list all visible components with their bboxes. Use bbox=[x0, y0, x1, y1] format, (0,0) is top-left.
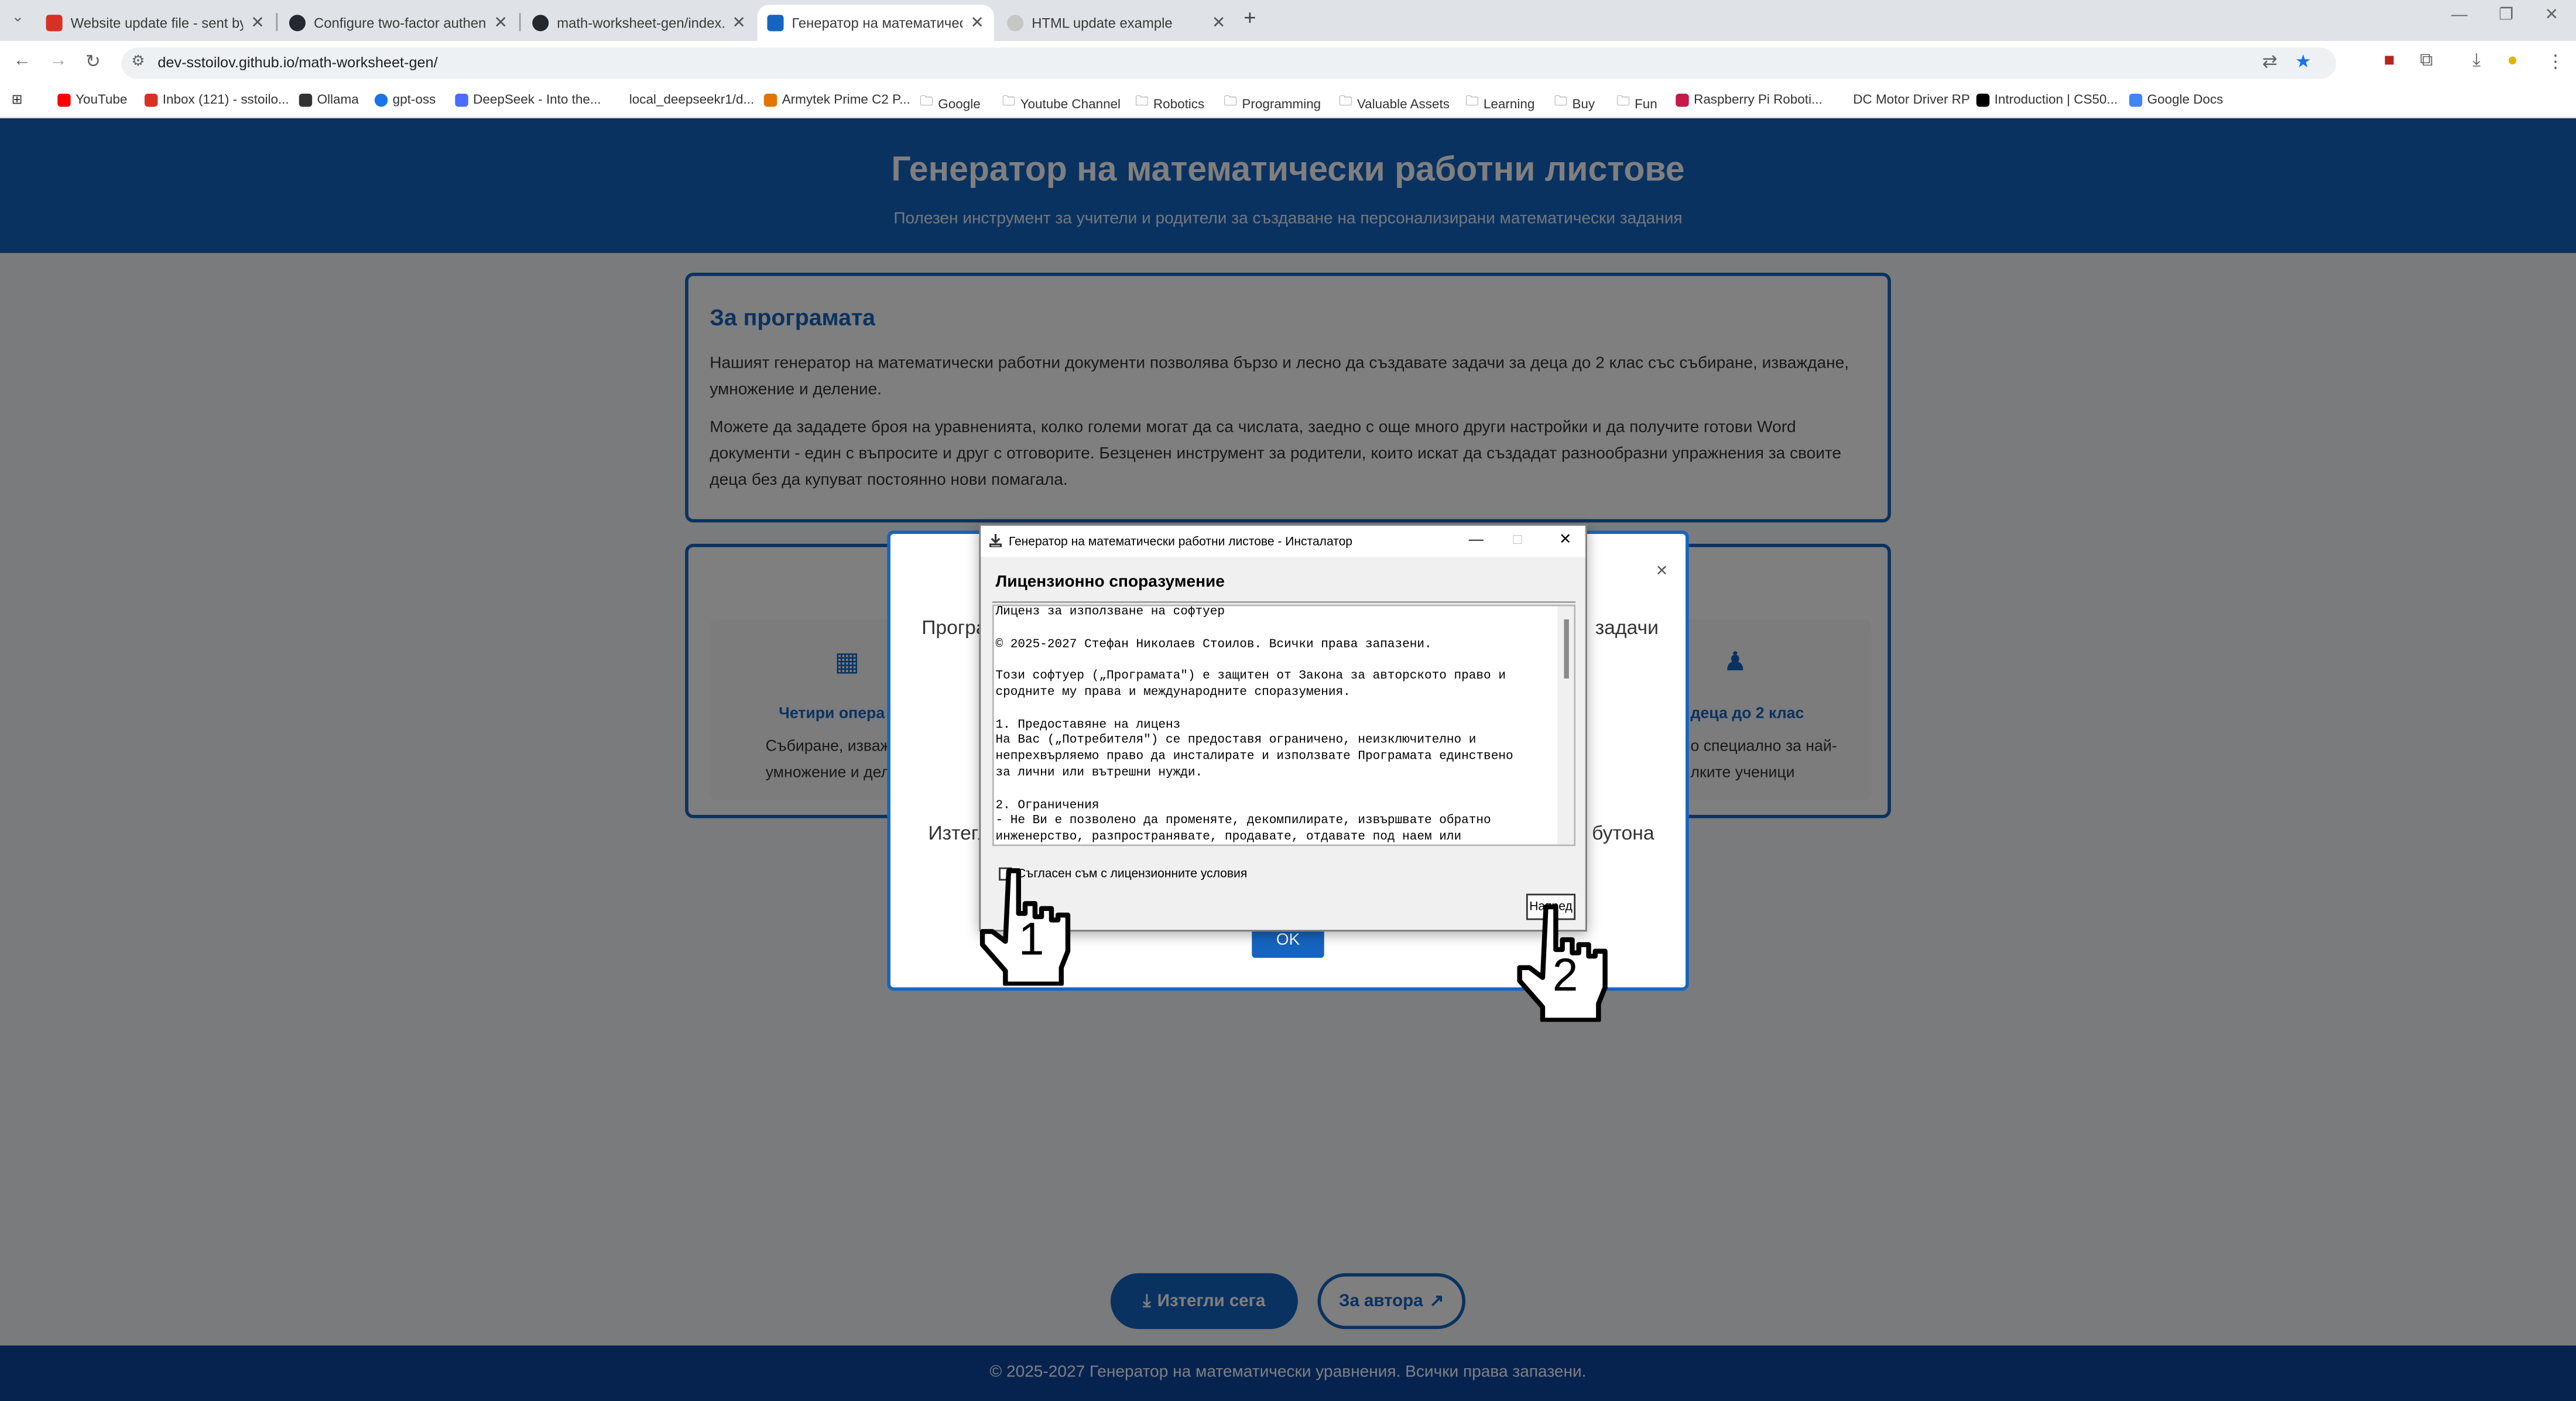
site-settings-icon[interactable]: ⚙ bbox=[131, 53, 145, 71]
bookmark-google-docs[interactable]: Google Docs bbox=[2129, 92, 2223, 107]
cs50-icon bbox=[1976, 93, 1990, 106]
bookmark-folder-valuable-assets[interactable]: 🗀 Valuable Assets bbox=[1339, 92, 1450, 115]
tab-github-index[interactable]: math-worksheet-gen/index.htm ✕ bbox=[522, 5, 755, 41]
close-tab-icon[interactable]: ✕ bbox=[970, 14, 984, 32]
close-tab-icon[interactable]: ✕ bbox=[732, 14, 746, 32]
gmail-icon bbox=[144, 93, 158, 106]
close-tab-icon[interactable]: ✕ bbox=[1212, 14, 1226, 32]
url-text[interactable]: dev-sstoilov.github.io/math-worksheet-ge… bbox=[157, 54, 437, 71]
installer-download-icon bbox=[989, 533, 1002, 547]
license-textbox[interactable]: Лиценз за използване на софтуер © 2025-2… bbox=[992, 604, 1576, 847]
modal-text-fragment: бутона bbox=[1592, 821, 1654, 845]
installer-minimize-icon[interactable]: — bbox=[1469, 530, 1484, 547]
license-scrollbar[interactable] bbox=[1557, 606, 1574, 845]
installer-titlebar[interactable]: Генератор на математически работни листо… bbox=[981, 525, 1585, 557]
bookmark-folder-youtube-channel[interactable]: 🗀 Youtube Channel bbox=[1002, 92, 1121, 115]
page-icon bbox=[767, 15, 784, 32]
apps-icon[interactable]: ⊞ bbox=[12, 92, 23, 107]
step-1-label: 1 bbox=[1018, 913, 1044, 965]
installer-maximize-icon: □ bbox=[1513, 530, 1522, 547]
tab-title: HTML update example bbox=[1032, 15, 1173, 32]
bookmark-cs50[interactable]: Introduction | CS50... bbox=[1976, 92, 2118, 107]
github-icon bbox=[532, 15, 549, 32]
extensions-icon[interactable]: ⧉ bbox=[2420, 51, 2433, 72]
folder-icon: 🗀 bbox=[1338, 93, 1352, 109]
downloads-icon[interactable]: ⤓ bbox=[2472, 51, 2481, 72]
minimize-icon[interactable]: — bbox=[2451, 6, 2468, 25]
bookmark-star-icon[interactable]: ★ bbox=[2295, 51, 2311, 73]
tab-title: Генератор на математически bbox=[792, 15, 962, 32]
globe-icon bbox=[1007, 15, 1024, 32]
menu-icon[interactable]: ⋮ bbox=[2546, 51, 2564, 73]
bookmark-ollama[interactable]: Ollama bbox=[299, 92, 359, 107]
forward-icon[interactable]: → bbox=[49, 51, 67, 71]
bookmark-dc-motor[interactable]: DC Motor Driver RP bbox=[1835, 92, 1970, 107]
ollama-icon bbox=[299, 93, 313, 106]
tab-html-update[interactable]: HTML update example ✕ bbox=[997, 5, 1235, 41]
folder-icon: 🗀 bbox=[1002, 93, 1016, 109]
bookmark-deepseek[interactable]: DeepSeek - Into the... bbox=[455, 92, 601, 107]
hand-cursor-icon: 1 bbox=[976, 868, 1071, 986]
tab-search-chevron-icon[interactable]: ⌄ bbox=[12, 8, 24, 26]
divider bbox=[992, 601, 1576, 603]
tab-math-generator[interactable]: Генератор на математически ✕ bbox=[757, 5, 994, 42]
bookmark-folder-buy[interactable]: 🗀 Buy bbox=[1554, 92, 1595, 115]
bookmark-armytek[interactable]: Armytek Prime C2 P... bbox=[763, 92, 910, 107]
folder-icon: 🗀 bbox=[1135, 93, 1149, 109]
folder-icon: 🗀 bbox=[1465, 93, 1479, 109]
license-text: Лиценз за използване на софтуер © 2025-2… bbox=[995, 606, 1513, 845]
close-window-icon[interactable]: ✕ bbox=[2545, 6, 2559, 25]
bookmark-gpt-oss[interactable]: gpt-oss bbox=[374, 92, 436, 107]
extension-shield-icon[interactable]: ■ bbox=[2384, 51, 2395, 71]
page-icon bbox=[1835, 93, 1848, 106]
gmail-icon bbox=[46, 15, 63, 32]
close-tab-icon[interactable]: ✕ bbox=[251, 14, 265, 32]
hand-cursor-icon: 2 bbox=[1513, 903, 1608, 1022]
address-bar[interactable] bbox=[121, 47, 2337, 79]
installer-close-icon[interactable]: ✕ bbox=[1559, 530, 1571, 549]
translate-icon[interactable]: ⇄ bbox=[2262, 51, 2277, 73]
armytek-icon bbox=[763, 93, 777, 106]
tab-title: math-worksheet-gen/index.htm bbox=[557, 15, 724, 32]
folder-icon: 🗀 bbox=[1224, 93, 1238, 109]
bookmark-folder-fun[interactable]: 🗀 Fun bbox=[1616, 92, 1657, 115]
docs-icon bbox=[2129, 93, 2143, 106]
tab-title: Configure two-factor authentic bbox=[313, 15, 486, 32]
scrollbar-thumb[interactable] bbox=[1564, 619, 1569, 679]
bookmark-folder-programming[interactable]: 🗀 Programming bbox=[1224, 92, 1321, 115]
folder-icon: 🗀 bbox=[1616, 93, 1630, 109]
modal-text-fragment: Програ bbox=[922, 616, 987, 639]
github-icon bbox=[289, 15, 306, 32]
close-tab-icon[interactable]: ✕ bbox=[494, 14, 508, 32]
tab-title: Website update file - sent by s bbox=[70, 15, 243, 32]
installer-title: Генератор на математически работни листо… bbox=[1008, 533, 1353, 549]
license-heading: Лицензионно споразумение bbox=[995, 573, 1225, 592]
tab-strip: ⌄ Website update file - sent by s ✕ Conf… bbox=[0, 0, 2576, 42]
bookmark-local-deepseek[interactable]: local_deepseekr1/d... bbox=[611, 92, 754, 107]
tab-github-2fa[interactable]: Configure two-factor authentic ✕ bbox=[279, 5, 518, 41]
avatar[interactable]: ● bbox=[2507, 51, 2518, 71]
bookmark-folder-learning[interactable]: 🗀 Learning bbox=[1465, 92, 1534, 115]
bookmark-inbox[interactable]: Inbox (121) - sstoilo... bbox=[144, 92, 289, 107]
raspberry-icon bbox=[1676, 93, 1689, 106]
bookmark-raspberry-pi[interactable]: Raspberry Pi Roboti... bbox=[1676, 92, 1823, 107]
folder-icon: 🗀 bbox=[920, 93, 933, 109]
globe-icon bbox=[374, 93, 388, 106]
bookmark-youtube[interactable]: YouTube bbox=[57, 92, 127, 107]
modal-text-fragment: задачи bbox=[1595, 616, 1659, 639]
modal-close-icon[interactable]: × bbox=[1656, 559, 1668, 581]
step-2-label: 2 bbox=[1552, 949, 1578, 1001]
youtube-icon bbox=[57, 93, 71, 106]
back-icon[interactable]: ← bbox=[13, 51, 31, 71]
restore-icon[interactable]: ❐ bbox=[2499, 6, 2513, 25]
deepseek-icon bbox=[455, 93, 468, 106]
page-icon bbox=[611, 93, 625, 106]
folder-icon: 🗀 bbox=[1554, 93, 1568, 109]
new-tab-button[interactable]: + bbox=[1244, 5, 1256, 29]
tab-gmail[interactable]: Website update file - sent by s ✕ bbox=[36, 5, 275, 41]
bookmark-folder-robotics[interactable]: 🗀 Robotics bbox=[1135, 92, 1204, 115]
reload-icon[interactable]: ↻ bbox=[85, 51, 101, 73]
bookmark-folder-google[interactable]: 🗀 Google bbox=[920, 92, 980, 115]
